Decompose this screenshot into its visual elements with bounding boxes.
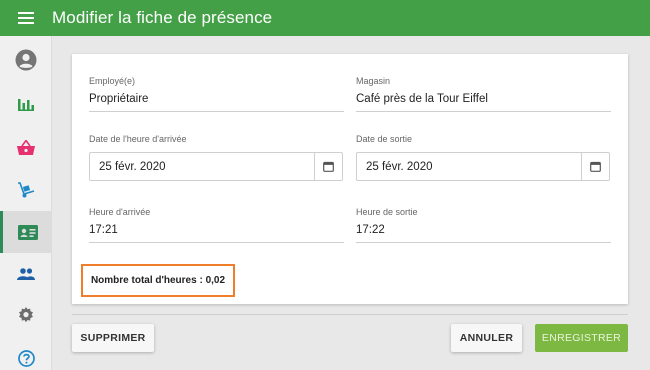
exit-time-label: Heure de sortie bbox=[356, 207, 418, 217]
sidebar-item-settings[interactable] bbox=[0, 295, 52, 335]
calendar-icon[interactable] bbox=[581, 153, 609, 180]
exit-date-label: Date de sortie bbox=[356, 134, 413, 144]
employee-label: Employé(e) bbox=[89, 76, 136, 86]
sidebar-item-account[interactable] bbox=[0, 40, 52, 80]
page-title: Modifier la fiche de présence bbox=[52, 8, 273, 27]
calendar-icon[interactable] bbox=[314, 153, 342, 180]
store-field[interactable]: Magasin Café près de la Tour Eiffel bbox=[356, 76, 611, 112]
sidebar-item-sales[interactable] bbox=[0, 127, 52, 167]
bar-chart-icon bbox=[18, 99, 34, 111]
exit-time-field[interactable]: Heure de sortie 17:22 bbox=[356, 207, 611, 243]
sidebar-item-help[interactable] bbox=[0, 338, 52, 370]
arrival-date-label: Date de l'heure d'arrivée bbox=[89, 134, 187, 144]
exit-date-label-wrap: Date de sortie bbox=[356, 134, 412, 144]
cancel-button[interactable]: ANNULER bbox=[451, 324, 522, 352]
attendance-form-card: Employé(e) Propriétaire Magasin Café prè… bbox=[72, 54, 628, 304]
exit-time-value: 17:22 bbox=[356, 224, 385, 236]
total-hours-text: Nombre total d'heures : 0,02 bbox=[90, 275, 226, 286]
arrival-time-field[interactable]: Heure d'arrivée 17:21 bbox=[89, 207, 344, 243]
employee-value: Propriétaire bbox=[89, 93, 149, 105]
hand-truck-icon bbox=[18, 182, 35, 198]
exit-date-field[interactable]: 25 févr. 2020 bbox=[356, 152, 610, 181]
sidebar bbox=[0, 36, 52, 370]
arrival-time-label: Heure d'arrivée bbox=[89, 207, 151, 217]
people-icon bbox=[17, 268, 35, 280]
basket-icon bbox=[17, 139, 35, 155]
id-card-icon bbox=[17, 224, 38, 240]
store-label: Magasin bbox=[356, 76, 391, 86]
help-icon bbox=[17, 349, 35, 367]
delete-button[interactable]: SUPPRIMER bbox=[72, 324, 154, 352]
arrival-time-value: 17:21 bbox=[89, 224, 118, 236]
sidebar-item-reports[interactable] bbox=[0, 84, 52, 124]
sidebar-item-inventory[interactable] bbox=[0, 170, 52, 210]
divider bbox=[72, 314, 628, 315]
arrival-date-label-wrap: Date de l'heure d'arrivée bbox=[89, 134, 187, 144]
sidebar-item-employees[interactable] bbox=[0, 211, 52, 253]
account-icon bbox=[15, 49, 37, 71]
save-button[interactable]: ENREGISTRER bbox=[535, 324, 628, 352]
exit-date-value: 25 févr. 2020 bbox=[366, 161, 433, 173]
menu-icon[interactable] bbox=[0, 0, 52, 36]
employee-field[interactable]: Employé(e) Propriétaire bbox=[89, 76, 344, 112]
sidebar-item-customers[interactable] bbox=[0, 254, 52, 294]
arrival-date-field[interactable]: 25 févr. 2020 bbox=[89, 152, 343, 181]
total-hours-highlight: Nombre total d'heures : 0,02 bbox=[81, 264, 235, 297]
arrival-date-value: 25 févr. 2020 bbox=[99, 161, 166, 173]
store-value: Café près de la Tour Eiffel bbox=[356, 93, 488, 105]
gear-icon bbox=[19, 307, 33, 323]
app-header: Modifier la fiche de présence bbox=[0, 0, 650, 36]
